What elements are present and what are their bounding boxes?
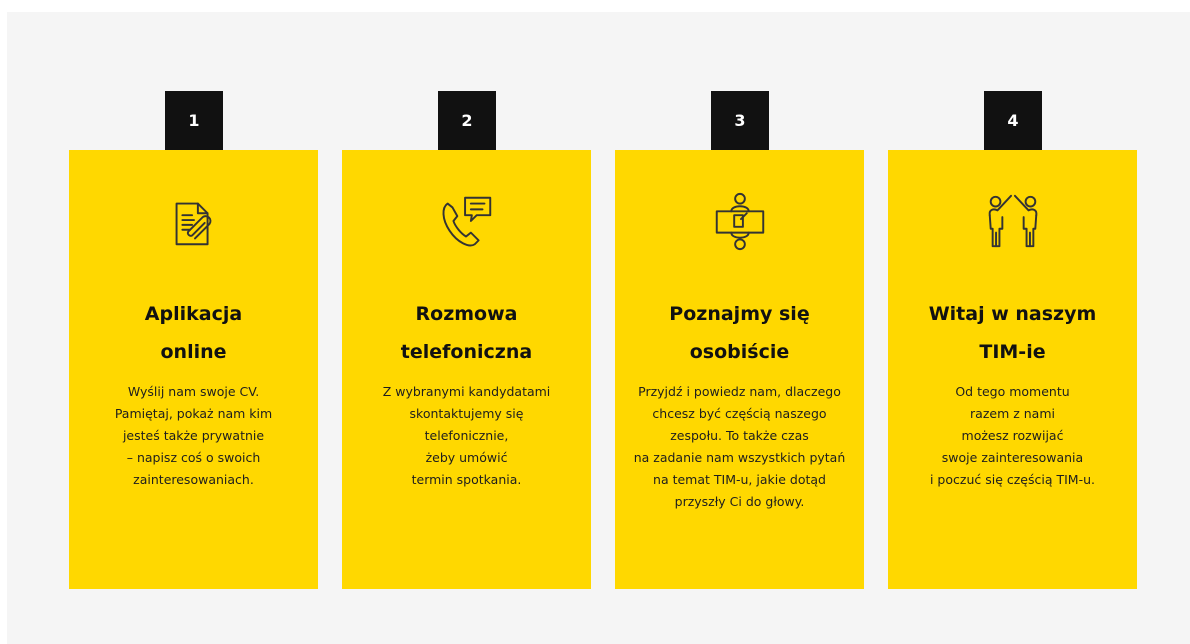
step-content: Aplikacja online Wyślij nam swoje CV. Pa… <box>69 150 318 589</box>
step-title: Poznajmy się osobiście <box>669 303 810 363</box>
document-paperclip-icon <box>163 190 225 252</box>
step-title: Witaj w naszym TIM-ie <box>928 303 1097 363</box>
step-number-badge: 3 <box>711 91 769 150</box>
step-description: Wyślij nam swoje CV. Pamiętaj, pokaż nam… <box>114 384 273 487</box>
phone-chat-icon <box>436 190 498 252</box>
step-content: Poznajmy się osobiście Przyjdź i powiedz… <box>615 150 864 589</box>
high-five-people-icon <box>982 190 1044 252</box>
step-content: Rozmowa telefoniczna Z wybranymi kandyda… <box>342 150 591 589</box>
process-section: 1 Aplikacja online Wyślij nam swoje CV. <box>7 12 1190 644</box>
meeting-table-icon <box>709 190 771 252</box>
step-card-2: 2 Rozmowa telefoniczna Z wybranymi kandy… <box>342 91 591 589</box>
step-number-badge: 2 <box>438 91 496 150</box>
step-number-badge: 1 <box>165 91 223 150</box>
step-title: Aplikacja online <box>144 303 243 363</box>
step-description: Z wybranymi kandydatami skontaktujemy si… <box>382 384 551 487</box>
step-number-badge: 4 <box>984 91 1042 150</box>
step-card-3: 3 Poznajmy się osobiście Przyjdź i powie… <box>615 91 864 589</box>
step-content: Witaj w naszym TIM-ie Od tego momentu ra… <box>888 150 1137 589</box>
step-card-1: 1 Aplikacja online Wyślij nam swoje CV. <box>69 91 318 589</box>
step-card-4: 4 Witaj w naszym TIM-ie Od tego momentu … <box>888 91 1137 589</box>
step-title: Rozmowa telefoniczna <box>400 303 533 363</box>
step-description: Przyjdź i powiedz nam, dlaczego chcesz b… <box>633 384 846 509</box>
step-description: Od tego momentu razem z nami możesz rozw… <box>929 384 1095 487</box>
